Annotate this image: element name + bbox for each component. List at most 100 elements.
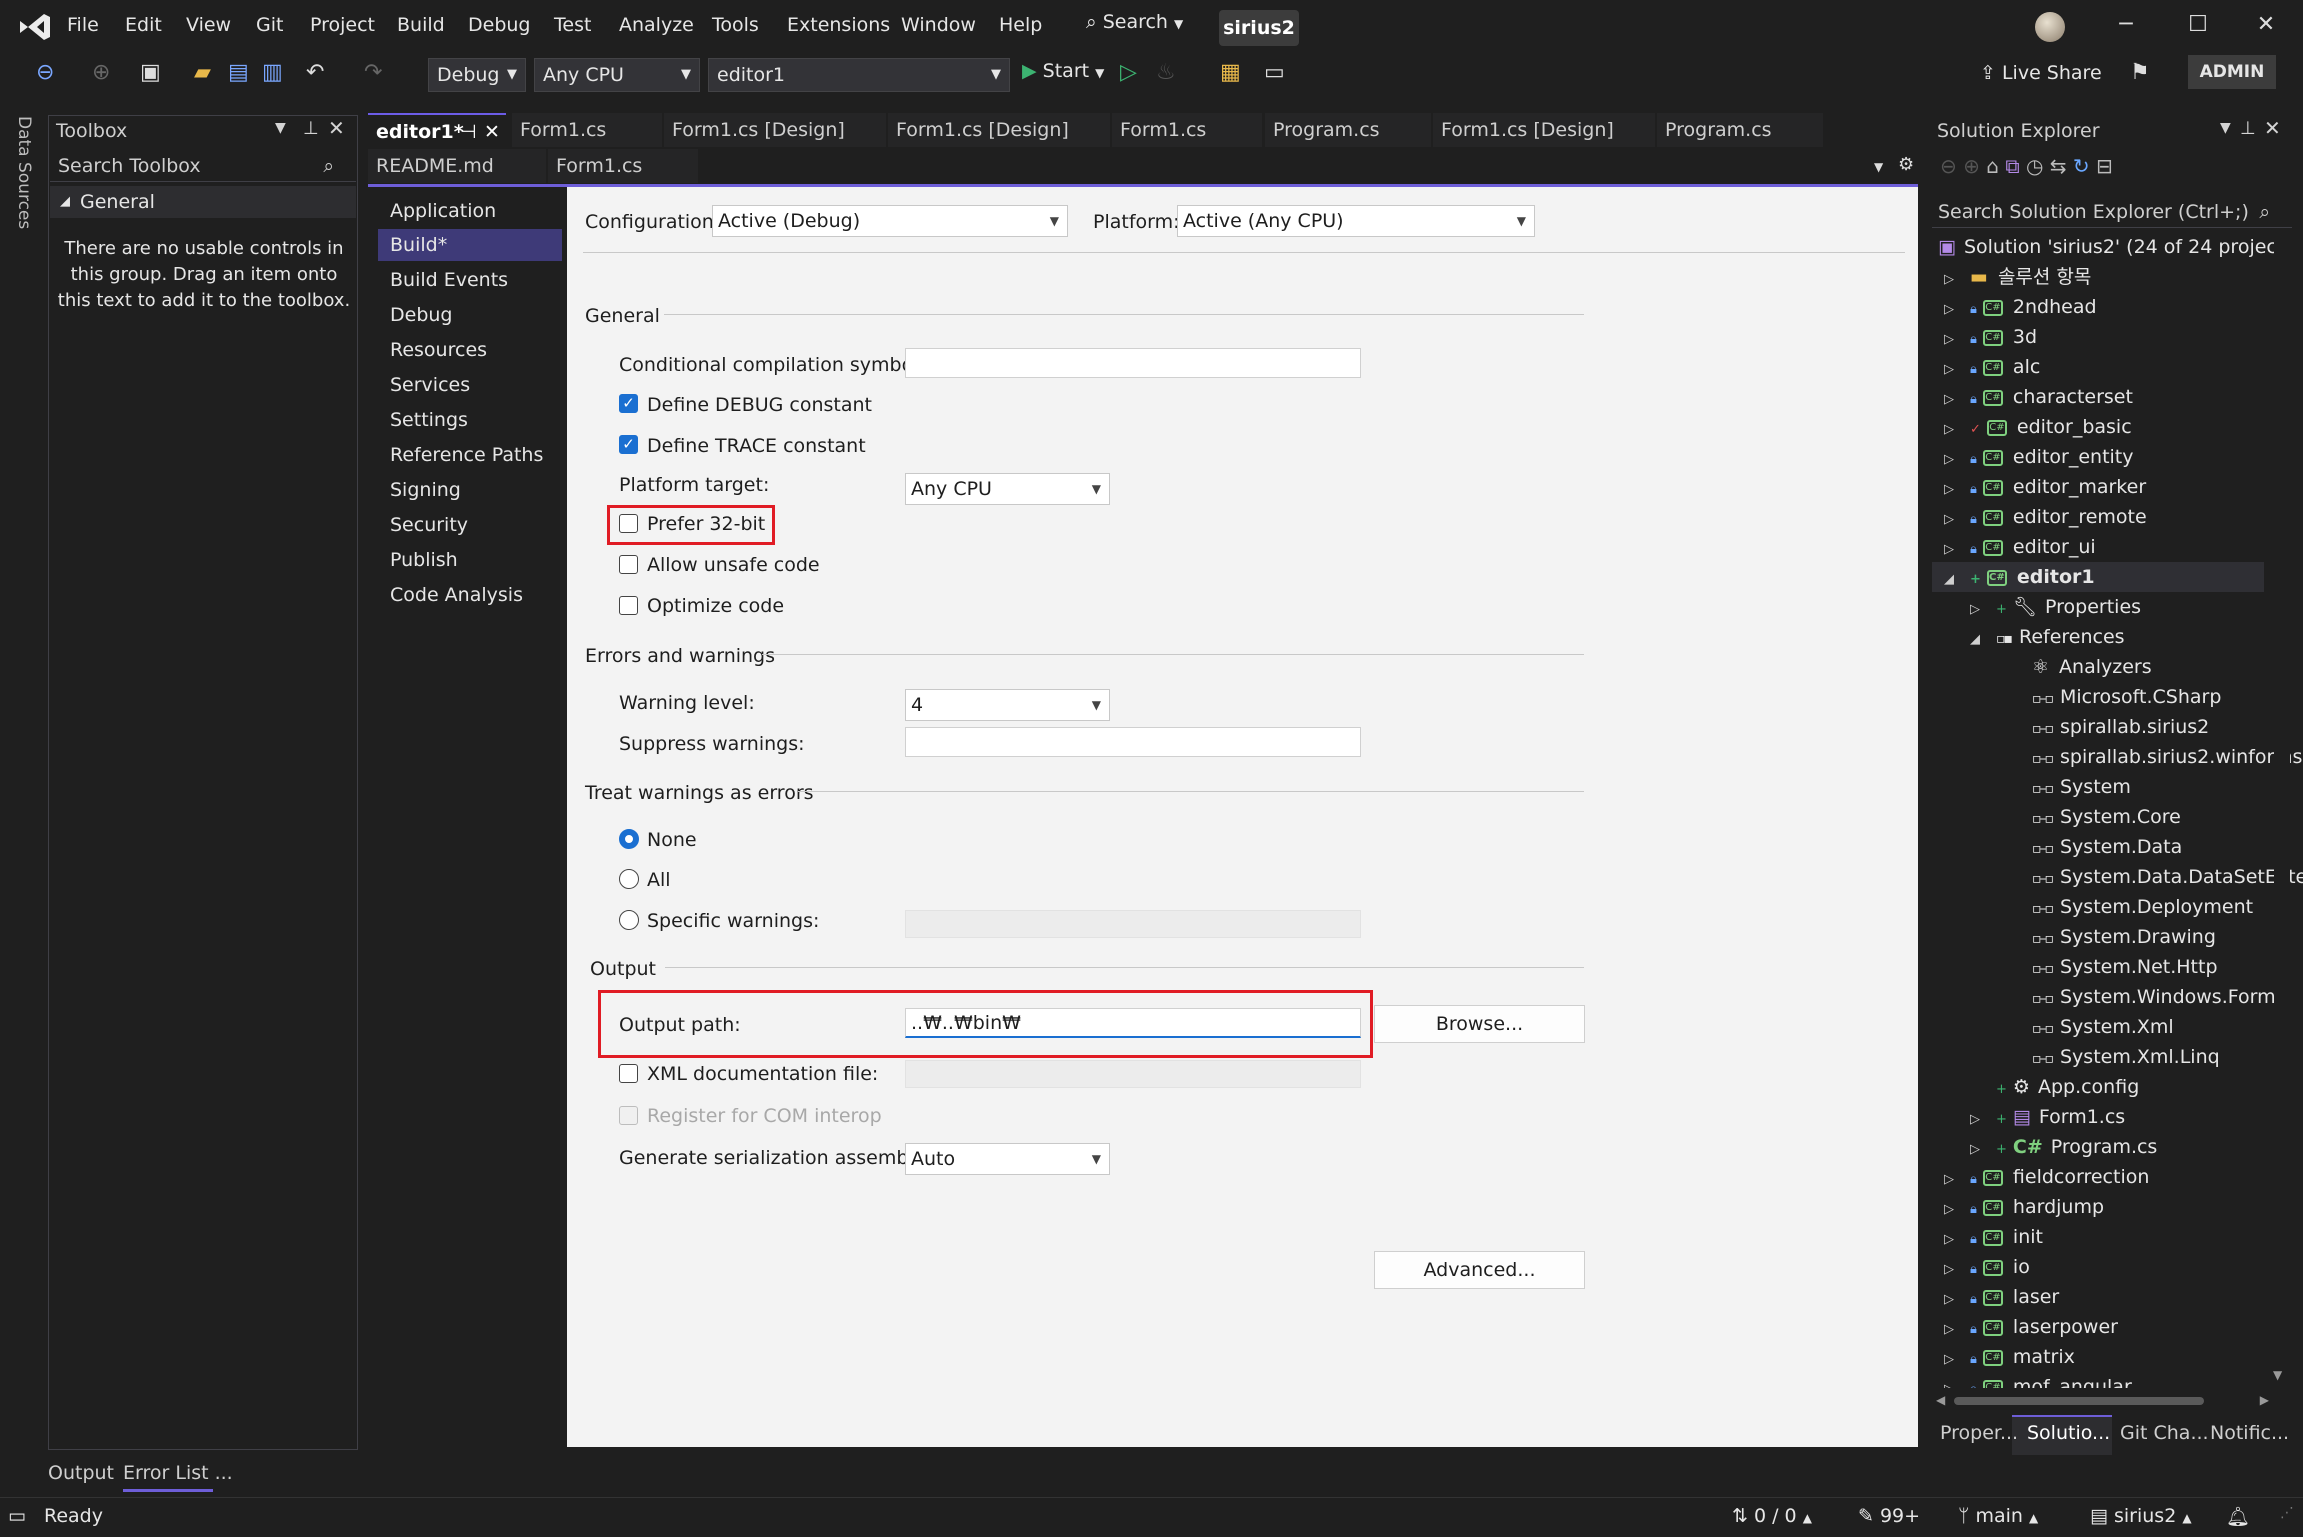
undo-icon[interactable]: ↶ (306, 60, 324, 85)
tree-reference[interactable]: ▫–▫ System (2032, 772, 2303, 802)
tree-reference[interactable]: ▫–▫ System.Drawing (2032, 922, 2303, 952)
allow-unsafe-checkbox[interactable] (619, 555, 638, 574)
treat-all-radio[interactable] (619, 869, 639, 889)
horizontal-scrollbar[interactable]: ◀ ▶ (1932, 1393, 2277, 1409)
save-icon[interactable]: ▤ (228, 60, 249, 85)
menu-help[interactable]: Help (999, 14, 1042, 36)
notification-bell-icon[interactable]: 🔔︎ (2226, 1505, 2250, 1528)
scroll-down-icon[interactable]: ▼ (2273, 1368, 2282, 1382)
expand-icon[interactable]: ▷ (1944, 1375, 1970, 1388)
expand-icon[interactable]: ▷ (1970, 595, 1996, 625)
maximize-icon[interactable]: ☐ (2178, 12, 2218, 37)
expand-icon[interactable]: ▷ (1944, 505, 1970, 535)
menu-analyze[interactable]: Analyze (619, 14, 694, 36)
visual-studio-logo-icon[interactable] (18, 12, 52, 42)
tree-solution[interactable]: ▣ Solution 'sirius2' (24 of 24 project (1938, 232, 2284, 262)
solution-explorer-toggle-icon[interactable]: ▦ (1220, 60, 1241, 85)
menu-file[interactable]: File (67, 14, 99, 36)
pin-icon[interactable]: ⊥ (2240, 118, 2256, 139)
forward-icon[interactable]: ⊕ (1963, 154, 1980, 178)
scrollbar-thumb[interactable] (1954, 1397, 2204, 1405)
tree-program-cs[interactable]: ▷ + C# Program.cs (1970, 1132, 2157, 1162)
avatar[interactable] (2035, 12, 2065, 42)
nav-publish[interactable]: Publish (390, 549, 458, 571)
collapse-all-icon[interactable]: ⊟ (2096, 154, 2113, 178)
global-search[interactable]: ⌕ Search ▼ (1086, 11, 1183, 33)
open-folder-icon[interactable]: ▰ (194, 60, 211, 85)
platform-combo[interactable]: Any CPU ▼ (534, 58, 700, 92)
hot-reload-icon[interactable]: ♨ (1156, 60, 1176, 85)
tree-project[interactable]: ▷ 🔒︎ C# matrix (1944, 1342, 2149, 1372)
minimize-icon[interactable]: ─ (2106, 12, 2146, 37)
refresh-icon[interactable]: ↻ (2073, 154, 2090, 178)
nav-resources[interactable]: Resources (390, 339, 487, 361)
nav-build-events[interactable]: Build Events (390, 269, 508, 291)
menu-test[interactable]: Test (554, 14, 591, 36)
pin-icon[interactable]: ⊣ (460, 115, 477, 147)
menu-view[interactable]: View (186, 14, 231, 36)
prefer-32bit-checkbox[interactable] (619, 514, 638, 533)
repository-selector[interactable]: ▤ sirius2 ▲ (2090, 1505, 2192, 1527)
nav-debug[interactable]: Debug (390, 304, 452, 326)
expand-icon[interactable]: ▷ (1944, 295, 1970, 325)
tab-form1-cs[interactable]: Form1.cs (548, 149, 698, 183)
tab-solution-explorer[interactable]: Solutio... (2027, 1422, 2110, 1444)
tab-form1-design[interactable]: Form1.cs [Design] (1433, 113, 1655, 147)
switch-views-icon[interactable]: ⧉ (2005, 154, 2019, 178)
redo-icon[interactable]: ↷ (364, 60, 382, 85)
gen-serialization-select[interactable]: Auto ▼ (905, 1143, 1110, 1175)
expand-icon[interactable]: ▷ (1944, 1255, 1970, 1285)
data-sources-tab[interactable]: Data Sources (14, 116, 34, 229)
tab-overflow-icon[interactable]: ▼ (1874, 160, 1883, 174)
expand-icon[interactable]: ▷ (1944, 1165, 1970, 1195)
nav-security[interactable]: Security (390, 514, 468, 536)
expand-icon[interactable]: ▷ (1944, 535, 1970, 565)
expand-icon[interactable]: ▷ (1944, 325, 1970, 355)
scroll-left-icon[interactable]: ◀ (1936, 1393, 1945, 1407)
tree-reference[interactable]: ▫–▫ System.Windows.Forms (2032, 982, 2303, 1012)
tree-reference[interactable]: ▫–▫ System.Data (2032, 832, 2303, 862)
forward-icon[interactable]: ⊕ (92, 60, 110, 85)
browse-button[interactable]: Browse... (1374, 1005, 1585, 1043)
menu-debug[interactable]: Debug (468, 14, 530, 36)
tree-reference[interactable]: ▫–▫ System.Xml (2032, 1012, 2303, 1042)
treat-none-radio[interactable] (619, 829, 639, 849)
define-debug-checkbox[interactable]: ✓ (619, 394, 638, 413)
save-all-icon[interactable]: ▥ (262, 60, 283, 85)
pending-changes-icon[interactable]: ◷ (2026, 154, 2043, 178)
tree-analyzers[interactable]: ⚛ Analyzers (2032, 652, 2152, 682)
toolbox-search-input[interactable]: Search Toolbox ⌕ (50, 150, 356, 182)
back-icon[interactable]: ⊖ (36, 60, 54, 85)
tab-readme-md[interactable]: README.md (368, 149, 546, 183)
menu-build[interactable]: Build (397, 14, 445, 36)
startup-project-combo[interactable]: editor1 ▼ (708, 58, 1010, 92)
collapse-icon[interactable]: ◢ (1944, 565, 1970, 595)
tab-git-changes[interactable]: Git Cha... (2120, 1422, 2209, 1444)
pin-icon[interactable]: ⊥ (303, 118, 319, 139)
define-trace-checkbox[interactable]: ✓ (619, 435, 638, 454)
warning-level-select[interactable]: 4 ▼ (905, 689, 1110, 721)
tree-project[interactable]: ▷ 🔒︎ C# laser (1944, 1282, 2149, 1312)
configuration-combo[interactable]: Debug ▼ (428, 58, 526, 92)
menu-tools[interactable]: Tools (712, 14, 759, 36)
tree-project[interactable]: ▷ 🔒︎ C# hardjump (1944, 1192, 2149, 1222)
close-window-icon[interactable]: ✕ (2246, 12, 2286, 37)
tree-reference[interactable]: ▫–▫ System.Xml.Linq (2032, 1042, 2303, 1072)
tree-project[interactable]: ▷ 🔒︎ C# fieldcorrection (1944, 1162, 2149, 1192)
chevron-down-icon[interactable]: ▼ (2220, 120, 2231, 136)
optimize-code-checkbox[interactable] (619, 596, 638, 615)
menu-edit[interactable]: Edit (125, 14, 162, 36)
tree-project[interactable]: ▷ 🔒︎ C# io (1944, 1252, 2149, 1282)
expand-icon[interactable]: ▷ (1944, 1345, 1970, 1375)
tree-reference[interactable]: ▫–▫ Microsoft.CSharp (2032, 682, 2303, 712)
expand-icon[interactable]: ▷ (1944, 1195, 1970, 1225)
menu-git[interactable]: Git (256, 14, 283, 36)
tree-references[interactable]: ◢ ▫▪ References (1970, 622, 2125, 652)
tab-form1-design[interactable]: Form1.cs [Design] (664, 113, 886, 147)
expand-icon[interactable]: ▷ (1970, 1135, 1996, 1165)
xml-doc-checkbox[interactable] (619, 1064, 638, 1083)
tree-project[interactable]: ▷ 🔒︎ C# editor_entity (1944, 442, 2147, 472)
tab-program-cs[interactable]: Program.cs (1265, 113, 1431, 147)
suppress-warnings-input[interactable] (905, 727, 1361, 757)
scroll-right-icon[interactable]: ▶ (2260, 1393, 2269, 1407)
